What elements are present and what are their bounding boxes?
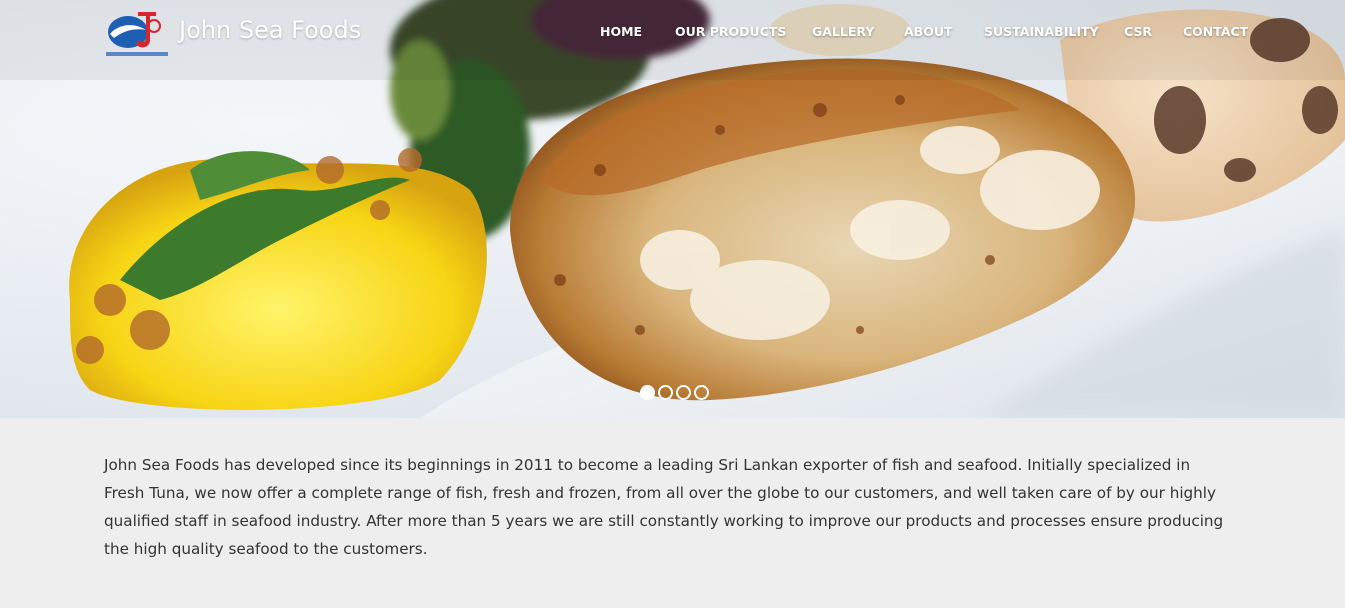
carousel-dot[interactable] [658,385,673,400]
nav-about[interactable]: ABOUT [904,24,953,39]
nav-sustainability[interactable]: SUSTAINABILITY [984,24,1099,39]
carousel-dot[interactable] [676,385,691,400]
main-nav: HOME OUR PRODUCTS GALLERY ABOUT SUSTAINA… [0,24,1345,42]
nav-home[interactable]: HOME [600,24,642,39]
carousel-dot[interactable] [694,385,709,400]
intro-paragraph: John Sea Foods has developed since its b… [104,456,1224,558]
nav-gallery[interactable]: GALLERY [812,24,874,39]
nav-csr[interactable]: CSR [1124,24,1152,39]
nav-contact[interactable]: CONTACT [1183,24,1248,39]
site-header: John Sea Foods HOME OUR PRODUCTS GALLERY… [0,0,1345,64]
nav-our-products[interactable]: OUR PRODUCTS [675,24,786,39]
hero-slider: John Sea Foods HOME OUR PRODUCTS GALLERY… [0,0,1345,418]
carousel-dot[interactable] [640,385,655,400]
